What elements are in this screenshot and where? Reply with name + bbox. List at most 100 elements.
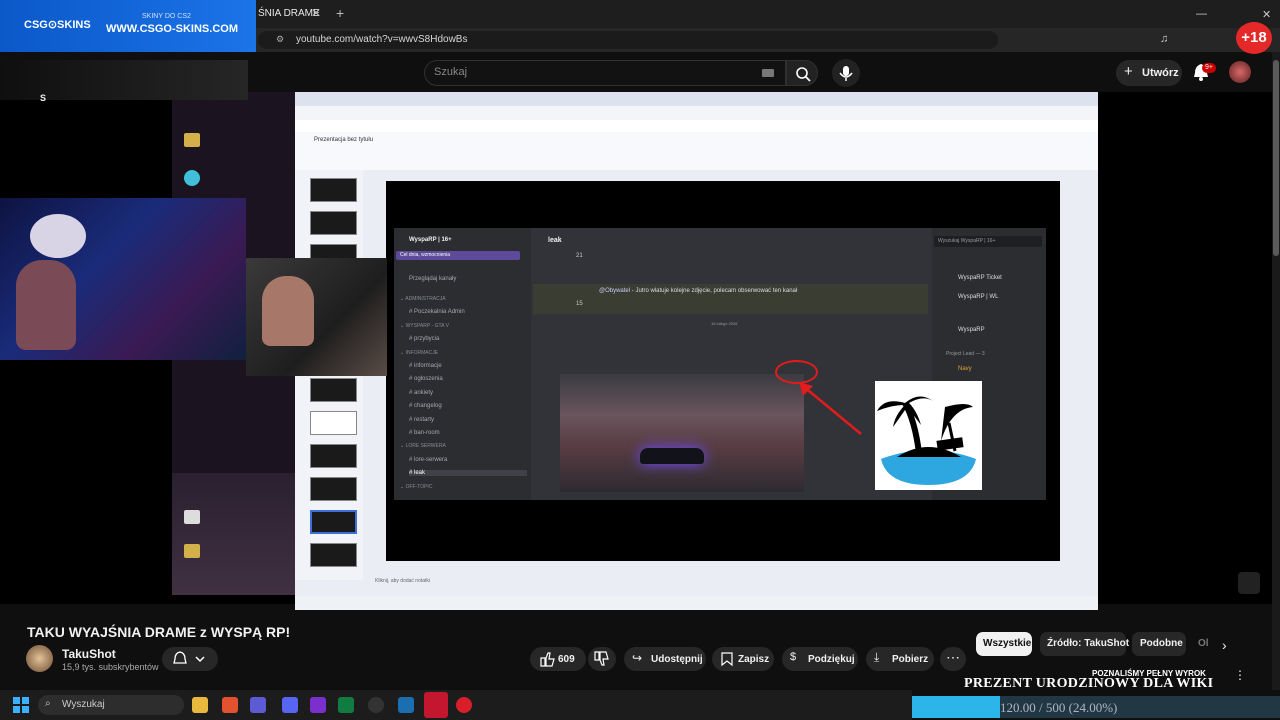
- keyboard-icon[interactable]: [762, 69, 774, 77]
- thanks-icon: $: [790, 651, 797, 663]
- sponsor-url: WWW.CSGO-SKINS.COM: [106, 23, 238, 35]
- channel-avatar[interactable]: [26, 645, 53, 672]
- channel-name[interactable]: TakuShot: [62, 647, 116, 661]
- sponsor-tagline: SKINY DO CS2: [142, 13, 191, 20]
- file-icon: [184, 510, 200, 524]
- discord-boost-bar: Cel dnia, wzmocnienia: [396, 251, 520, 260]
- overlay-letter: S: [40, 93, 47, 103]
- folder-icon: [184, 133, 200, 147]
- discord-member: WyspaRP Ticket: [958, 275, 1002, 281]
- steam-icon[interactable]: [398, 697, 414, 713]
- account-avatar[interactable]: [1229, 61, 1251, 83]
- discord-boost-label: Cel dnia, wzmocnienia: [400, 252, 451, 258]
- slides-notes: Kliknij, aby dodać notatki: [375, 578, 431, 584]
- teams-icon[interactable]: [250, 697, 266, 713]
- discord-member: Navy: [958, 366, 972, 372]
- bookmark-icon: [721, 652, 733, 667]
- url-text[interactable]: youtube.com/watch?v=wwvS8HdowBs: [296, 34, 467, 45]
- minimize-icon[interactable]: —: [1196, 8, 1210, 20]
- discord-member: WyspaRP | WL: [958, 294, 999, 300]
- plus-icon: +: [1124, 63, 1133, 80]
- search-placeholder: Szukaj: [434, 66, 468, 78]
- app-icon: [184, 170, 200, 186]
- discord-channel: # przybycia: [409, 336, 440, 343]
- discord-category: ⌄ LORE SERWERA: [400, 443, 446, 450]
- bell-icon: [173, 651, 205, 664]
- car-image: [640, 448, 704, 464]
- streamer-figure: [16, 260, 76, 350]
- windows-start-icon[interactable]: [13, 697, 29, 713]
- like-count: 609: [558, 654, 575, 665]
- app-icon[interactable]: [456, 697, 472, 713]
- taskbar-search[interactable]: ⌕: [38, 695, 184, 715]
- discord-reaction-count: 15: [576, 301, 583, 307]
- slide-thumbnail: [310, 411, 357, 435]
- discord-channel: # restarty: [409, 416, 435, 423]
- keyboard-cam: [0, 60, 248, 100]
- app-icon[interactable]: [368, 697, 384, 713]
- more-actions-button[interactable]: ⋯: [940, 647, 966, 671]
- discord-icon[interactable]: [282, 697, 298, 713]
- discord-member-group: Project Lead — 3: [946, 351, 985, 357]
- discord-message: @Obywatel - Jutro wlatuje kolejne zdjęci…: [599, 288, 798, 294]
- new-tab-icon[interactable]: +: [336, 5, 344, 21]
- excel-icon[interactable]: [338, 697, 354, 713]
- slide-thumbnail: [310, 477, 357, 501]
- voice-search-button[interactable]: [832, 59, 860, 87]
- search-icon: [796, 67, 811, 82]
- discord-channel: # ogłoszenia: [409, 376, 443, 383]
- slide-thumbnail: [310, 378, 357, 402]
- music-icon[interactable]: ♫: [1160, 33, 1168, 45]
- search-button[interactable]: [786, 60, 818, 86]
- discord-member: WyspaRP: [958, 327, 985, 333]
- inner-browser-tabs: [295, 92, 1098, 106]
- discord-channel: # leak: [409, 470, 527, 477]
- island-logo: [875, 381, 982, 490]
- thumbs-down-icon: [594, 651, 609, 666]
- create-label: Utwórz: [1142, 67, 1179, 79]
- app-icon[interactable]: [424, 692, 448, 718]
- discord-channel: # Poczekalnia Admin: [409, 309, 465, 316]
- app-icon[interactable]: [310, 697, 326, 713]
- chip-all-label: Wszystkie: [983, 638, 1032, 649]
- site-settings-icon[interactable]: ⚙: [276, 34, 284, 45]
- thanks-label: Podziękuj: [808, 654, 855, 665]
- taskbar-search-text: Wyszukaj: [62, 699, 105, 710]
- file-explorer-icon[interactable]: [192, 697, 208, 713]
- discord-category: ⌄ INFORMACJE: [400, 349, 439, 356]
- dislike-button[interactable]: [588, 647, 616, 671]
- download-label: Pobierz: [892, 654, 929, 665]
- discord-reaction-count: 21: [576, 253, 583, 259]
- folder-icon: [184, 544, 200, 558]
- close-window-icon[interactable]: ✕: [1262, 8, 1276, 21]
- inner-bookmarks-bar: [295, 120, 1098, 132]
- brave-icon[interactable]: [222, 697, 238, 713]
- chevron-right-icon[interactable]: ›: [1222, 637, 1227, 653]
- more-vert-icon[interactable]: ⋮: [1234, 668, 1246, 682]
- slide-thumbnail: [310, 543, 357, 567]
- plush-toy: [30, 214, 86, 258]
- close-tab-icon[interactable]: ✕: [311, 6, 321, 20]
- slides-toolbar: [295, 132, 1098, 170]
- share-label: Udostępnij: [651, 654, 703, 665]
- sponsor-logo: CSG⊙SKINS: [24, 19, 91, 31]
- discord-channel: # informacje: [409, 363, 442, 369]
- more-icon: ⋯: [946, 649, 960, 665]
- download-icon: ⤓: [874, 650, 880, 664]
- discord-channel: # lore-serwera: [409, 456, 448, 463]
- video-title: TAKU WYAJŚNIA DRAME z WYSPĄ RP!: [27, 624, 291, 640]
- chip-source-label: Źródło: TakuShot: [1047, 638, 1130, 649]
- inner-browser-url: [295, 106, 1098, 120]
- slide-thumbnail: [310, 178, 357, 202]
- discord-current-channel: leak: [548, 237, 562, 244]
- discord-channel: # ban-room: [409, 430, 440, 436]
- discord-date-divider: 16 lutego 2026: [711, 321, 738, 326]
- scrollbar-thumb[interactable]: [1273, 60, 1279, 256]
- discord-category: ⌄ WYSPARP - GTA V: [400, 322, 449, 329]
- search-icon: ⌕: [45, 698, 51, 709]
- discord-channel: # changelog: [409, 403, 442, 410]
- discord-channel: # ankiety: [409, 389, 434, 396]
- age-badge: +18: [1236, 22, 1272, 54]
- search-input[interactable]: [424, 60, 786, 86]
- subscription-bell-button[interactable]: [162, 647, 218, 671]
